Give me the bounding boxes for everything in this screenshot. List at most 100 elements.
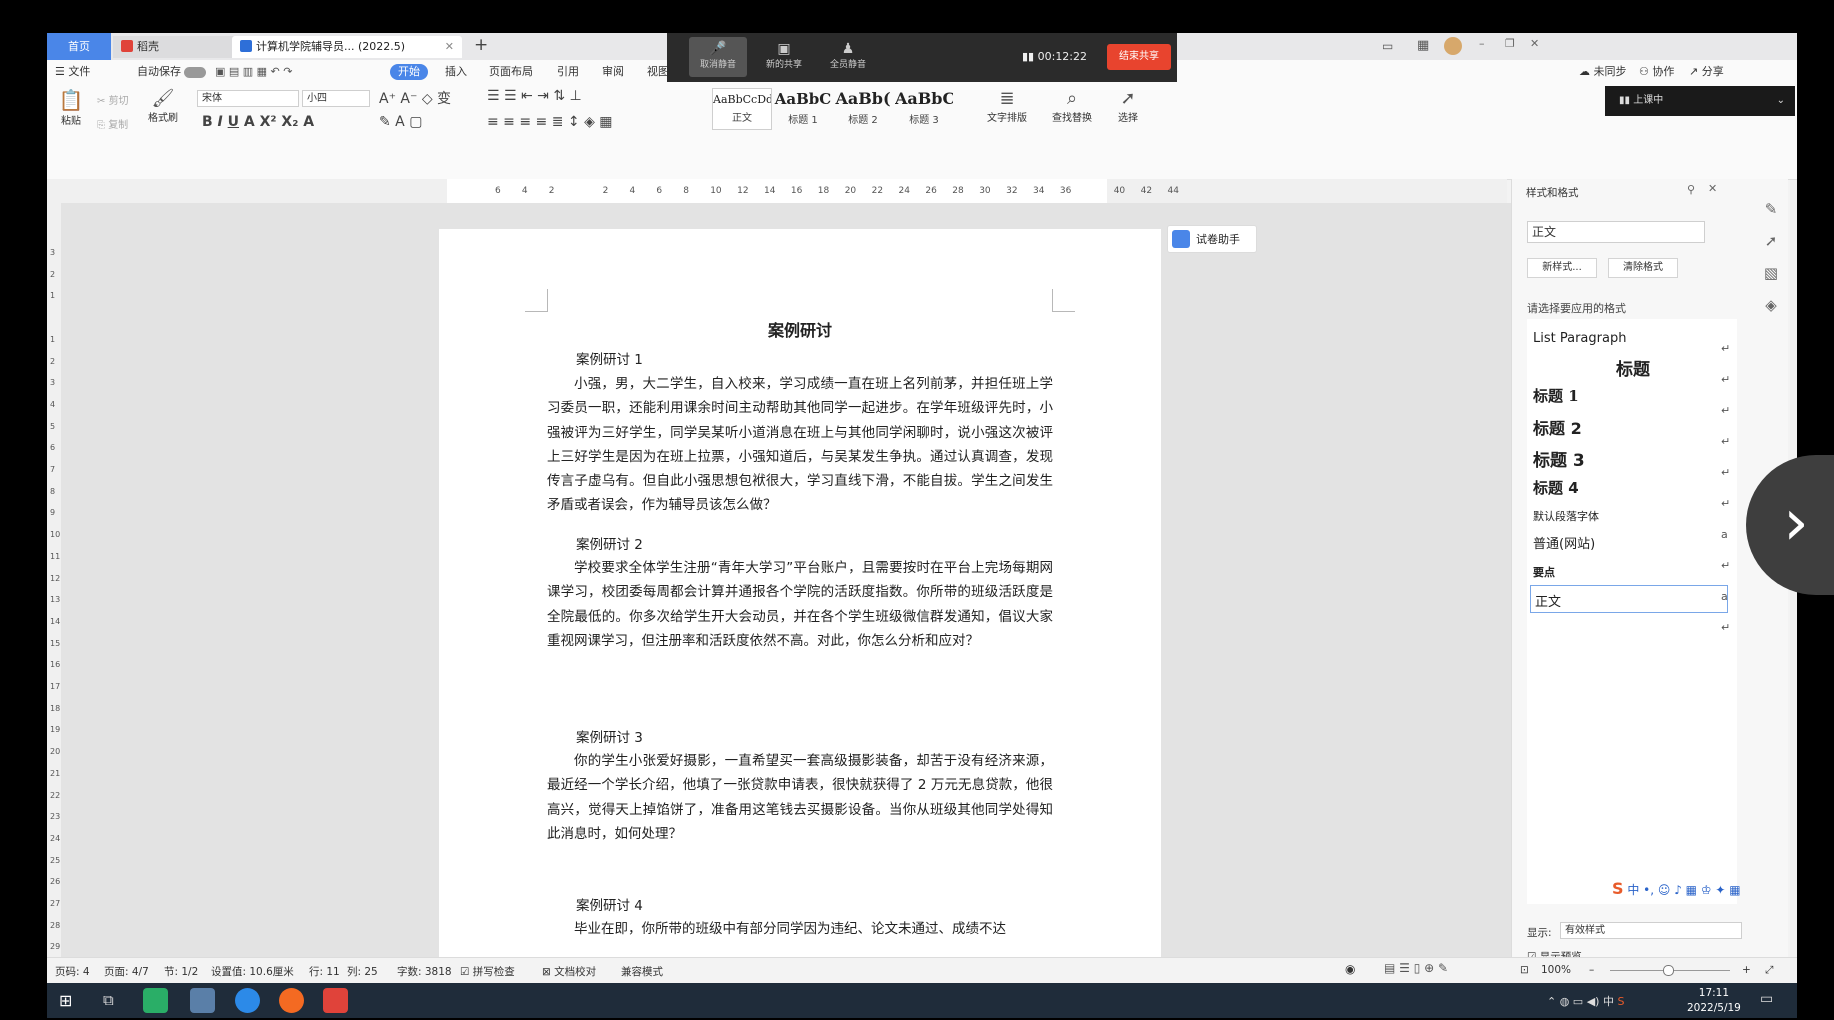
doc-proof-button[interactable]: ⊠ 文档校对 [542, 964, 596, 979]
quick-access-icons[interactable]: ▣ ▤ ▥ ▦ ↶ ↷ [215, 64, 293, 80]
system-tray-icons[interactable]: ⌃ ◍ ▭ ◀) 中 S [1547, 993, 1624, 1009]
avatar[interactable] [1444, 37, 1462, 55]
chevron-down-icon[interactable]: ⌄ [1777, 86, 1785, 116]
vruler-tick-label: 7 [50, 465, 56, 474]
spell-check-button[interactable]: ☑ 拼写检查 [460, 964, 515, 979]
collab-button[interactable]: ⚇ 协作 [1639, 64, 1674, 80]
ruler-tick-label: 6 [495, 186, 501, 196]
copy-button[interactable]: ⎘ 复制 [97, 116, 128, 131]
style-default-font[interactable]: 默认段落字体 [1533, 508, 1733, 524]
cut-button[interactable]: ✂ 剪切 [97, 92, 129, 107]
format-painter-button[interactable]: 🖌 格式刷 [145, 88, 181, 124]
list-icons[interactable]: ☰ ☰ ⇤ ⇥ ⇅ ⊥ [487, 88, 582, 104]
zoom-in-icon[interactable]: + [1742, 964, 1751, 976]
text-layout-button[interactable]: ≣ 文字排版 [982, 88, 1032, 124]
tab-references[interactable]: 引用 [557, 64, 579, 80]
notification-icon[interactable]: ▭ [1760, 991, 1773, 1007]
restore-icon[interactable]: ❐ [1505, 37, 1515, 50]
style-heading3[interactable]: 标题 3 [1533, 446, 1733, 471]
tab-document-label: 计算机学院辅导员... (2022.5) [256, 40, 406, 53]
horizontal-ruler[interactable]: 6 4 2 2 4 6 8 10 12 14 16 18 20 22 24 26 28 30 32 34 36 40 42 4… [47, 179, 1507, 203]
current-style-select[interactable]: 正文 [1527, 221, 1705, 243]
vertical-ruler[interactable]: 3 2 1 1 2 3 4 5 6 7 8 9 10 11 12 13 14 15 16 17 18 19 20 21 22 23… [47, 203, 61, 983]
minimize-icon[interactable]: – [1479, 37, 1485, 50]
style-heading-3[interactable]: AaBbC 标题 3 [895, 88, 953, 128]
style-key-point[interactable]: 要点 [1533, 564, 1733, 580]
end-share-button[interactable]: 结束共享 [1107, 44, 1171, 70]
unmute-button[interactable]: 🎤 取消静音 [689, 37, 747, 77]
ime-toolbar[interactable]: S 中 •, ☺ ♪ ▦ ♔ ✦ ▦ [1612, 879, 1741, 898]
file-menu[interactable]: ☰ 文件 [55, 64, 90, 80]
ruler-tick-label: 30 [979, 186, 991, 196]
tab-insert[interactable]: 插入 [445, 64, 467, 80]
sync-button[interactable]: ☁ 未同步 [1579, 64, 1627, 80]
panel-close-icon[interactable]: ✕ [1708, 182, 1717, 195]
font-name-select[interactable]: 宋体 [197, 90, 299, 107]
paste-button[interactable]: 📋 粘贴 [57, 88, 85, 127]
clock[interactable]: 17:11 2022/5/19 [1687, 986, 1741, 1016]
text-layout-icon: ≣ [999, 88, 1015, 109]
new-style-button[interactable]: 新样式... [1527, 258, 1597, 278]
style-body-selected[interactable]: 正文 [1530, 585, 1728, 613]
side-tool-strip[interactable]: ✎ ➚ ▧ ◈ [1759, 193, 1783, 321]
tab-document[interactable]: 计算机学院辅导员... (2022.5) ✕ [232, 36, 462, 58]
tab-view[interactable]: 视图 [647, 64, 669, 80]
window-close-icon[interactable]: ✕ [1530, 37, 1539, 50]
tab-home[interactable]: 首页 [47, 33, 111, 60]
share-button[interactable]: ↗ 分享 [1689, 64, 1724, 80]
mute-all-button[interactable]: ♟ 全员静音 [819, 37, 877, 77]
wps-taskbar-icon[interactable] [323, 988, 348, 1013]
font-size-select[interactable]: 小四 [302, 90, 370, 107]
clear-format-button[interactable]: 清除格式 [1608, 258, 1678, 278]
view-mode-icons[interactable]: ▤ ☰ ▯ ⊕ ✎ [1384, 961, 1448, 975]
pin-icon[interactable]: ⚲ [1687, 183, 1695, 196]
style-title[interactable]: 标题 [1533, 355, 1733, 380]
show-style-select[interactable]: 有效样式 [1560, 922, 1742, 939]
tab-home-ribbon[interactable]: 开始 [390, 64, 428, 80]
new-tab-button[interactable]: + [474, 35, 488, 55]
style-heading4[interactable]: 标题 4 [1533, 477, 1733, 498]
grid-icon[interactable]: ▦ [1417, 38, 1429, 53]
app-window-icon[interactable] [190, 988, 215, 1013]
fullscreen-icon[interactable]: ⤢ [1765, 964, 1773, 977]
style-heading1[interactable]: 标题 1 [1533, 385, 1733, 406]
tab-review[interactable]: 审阅 [602, 64, 624, 80]
fit-icon[interactable]: ⊡ [1520, 964, 1529, 976]
style-normal-web[interactable]: 普通(网站) [1533, 533, 1733, 552]
style-heading-2[interactable]: AaBb( 标题 2 [834, 88, 892, 128]
task-view-icon[interactable]: ⧉ [103, 991, 114, 1009]
zoom-level[interactable]: 100% [1541, 964, 1571, 976]
autosave-toggle[interactable] [184, 67, 206, 78]
highlight-color-icons[interactable]: ✎ A ▢ [379, 114, 422, 130]
tab-page-layout[interactable]: 页面布局 [489, 64, 533, 80]
select-button[interactable]: ➚ 选择 [1110, 88, 1146, 124]
vruler-tick-label: 12 [50, 573, 61, 583]
layout-icon[interactable]: ▭ [1382, 39, 1393, 53]
wechat-icon[interactable] [143, 988, 168, 1013]
browser-icon[interactable] [279, 988, 304, 1013]
class-status-bar[interactable]: ▮▮ 上课中 ⌄ [1605, 86, 1795, 116]
screen-share-icon: ▣ [777, 41, 791, 57]
status-words[interactable]: 字数: 3818 [397, 964, 452, 979]
exam-helper-button[interactable]: 试卷助手 [1167, 225, 1257, 253]
zoom-slider-thumb[interactable] [1663, 965, 1674, 976]
new-share-button[interactable]: ▣ 新的共享 [755, 37, 813, 77]
margin-corner-top-left [525, 289, 548, 312]
style-heading2[interactable]: 标题 2 [1533, 415, 1733, 439]
cut-label: 剪切 [108, 96, 129, 107]
document-page[interactable]: 案例研讨 案例研讨 1 小强，男，大二学生，自入校来，学习成绩一直在班上名列前茅… [439, 229, 1161, 983]
chat-app-icon[interactable] [235, 988, 260, 1013]
document-canvas[interactable]: 案例研讨 案例研讨 1 小强，男，大二学生，自入校来，学习成绩一直在班上名列前茅… [61, 203, 1511, 983]
windows-start-icon[interactable]: ⊞ [59, 991, 72, 1010]
text-format-icons[interactable]: B I U A X² X₂ A [202, 114, 314, 130]
style-list-paragraph[interactable]: List Paragraph [1533, 331, 1733, 346]
align-icons[interactable]: ≡ ≡ ≡ ≡ ≣ ↕ ◈ ▦ [487, 114, 613, 130]
ruler-tick-label: 14 [764, 186, 776, 196]
zoom-out-icon[interactable]: – [1589, 964, 1594, 976]
style-heading-1[interactable]: AaBbC 标题 1 [774, 88, 832, 128]
eye-icon[interactable]: ◉ [1345, 962, 1355, 976]
font-grow-icon[interactable]: A⁺ A⁻ ◇ 变 [379, 88, 451, 108]
close-icon[interactable]: ✕ [445, 36, 454, 58]
find-replace-button[interactable]: ⌕ 查找替换 [1047, 88, 1097, 124]
style-normal[interactable]: AaBbCcDd 正文 [712, 88, 772, 130]
